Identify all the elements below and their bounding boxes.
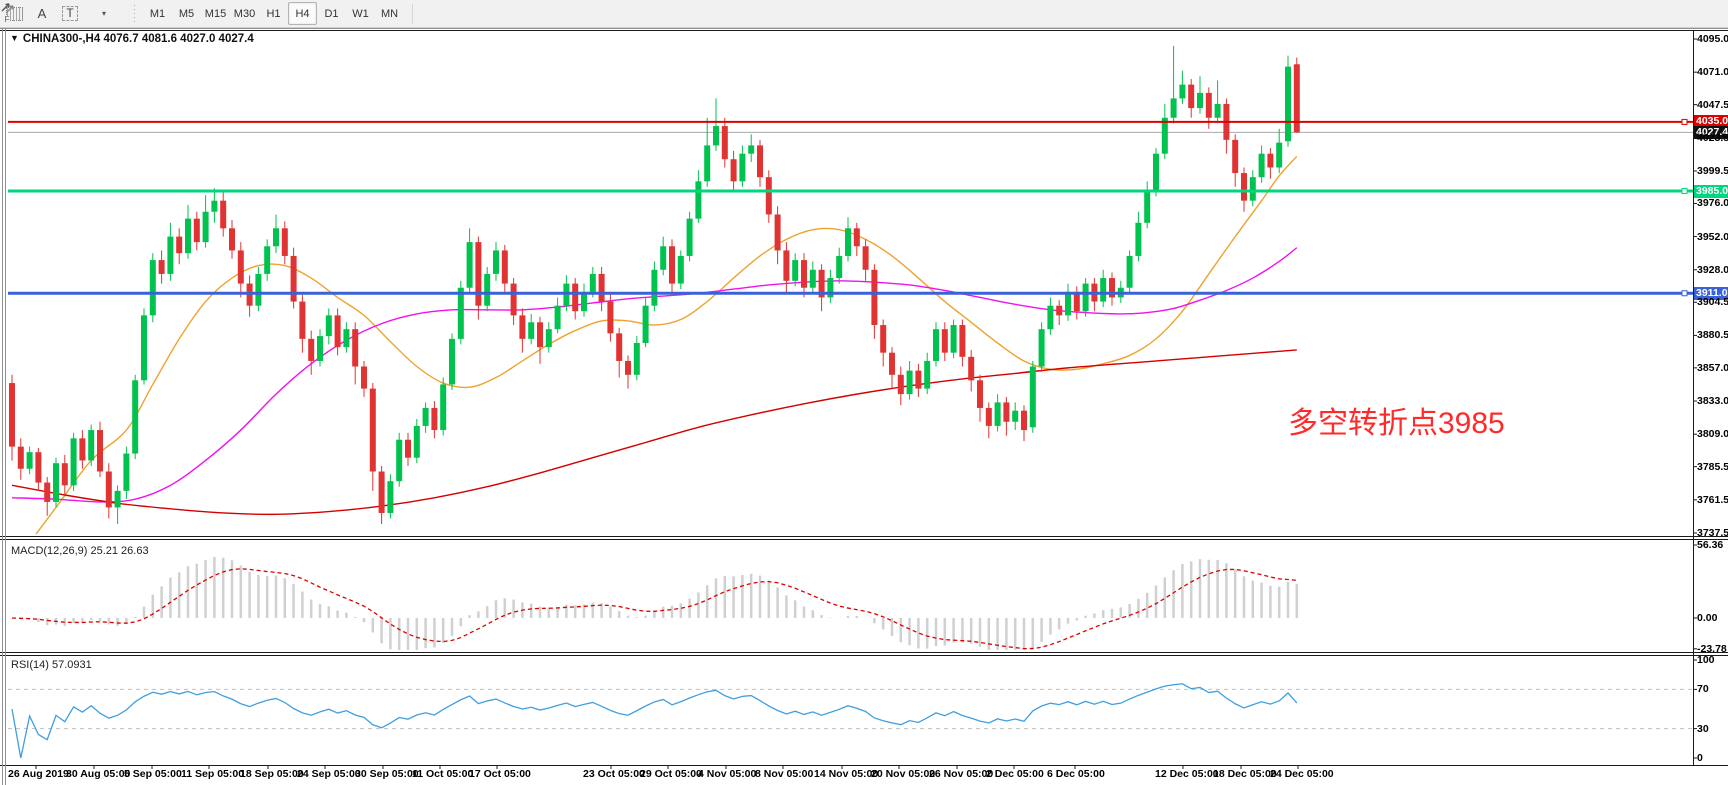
- chart-canvas[interactable]: [0, 0, 1728, 785]
- symbol-title: ▼ CHINA300-,H4 4076.7 4081.6 4027.0 4027.…: [10, 33, 254, 45]
- date-axis-label: 26 Nov 05:00: [929, 768, 993, 780]
- price-line-label: 3985.0: [1694, 185, 1728, 198]
- date-axis-label: 26 Aug 2019: [8, 768, 69, 780]
- date-axis-label: 4 Nov 05:00: [698, 768, 756, 780]
- price-axis-tick: 3785.5: [1697, 461, 1728, 473]
- rsi-axis-tick: 30: [1697, 723, 1709, 735]
- date-axis-label: 2 Dec 05:00: [986, 768, 1044, 780]
- date-axis-label: 24 Sep 05:00: [297, 768, 361, 780]
- symbol-ohlc-text: CHINA300-,H4 4076.7 4081.6 4027.0 4027.4: [23, 33, 254, 45]
- date-axis-label: 24 Dec 05:00: [1270, 768, 1334, 780]
- rsi-axis-tick: 0: [1697, 752, 1703, 764]
- macd-axis-tick: 0.00: [1697, 612, 1717, 624]
- date-axis-label: 14 Nov 05:00: [814, 768, 878, 780]
- date-axis-label: 11 Oct 05:00: [412, 768, 473, 780]
- price-axis-tick: 4071.0: [1697, 66, 1728, 78]
- date-axis-label: 20 Nov 05:00: [871, 768, 935, 780]
- date-axis-label: 17 Oct 05:00: [469, 768, 531, 780]
- date-axis-label: 5 Sep 05:00: [124, 768, 182, 780]
- date-axis-label: 23 Oct 05:00: [583, 768, 645, 780]
- date-axis-label: 18 Sep 05:00: [240, 768, 304, 780]
- date-axis-label: 29 Oct 05:00: [640, 768, 702, 780]
- date-axis-label: 12 Dec 05:00: [1155, 768, 1219, 780]
- price-axis-tick: 4023.5: [1697, 132, 1728, 144]
- price-axis-tick: 3857.0: [1697, 362, 1728, 374]
- price-axis-tick: 3976.0: [1697, 197, 1728, 209]
- price-axis-tick: 3737.5: [1697, 527, 1728, 539]
- price-axis-tick: 3999.5: [1697, 165, 1728, 177]
- rsi-axis-tick: 100: [1697, 654, 1715, 666]
- price-axis-tick: 3928.0: [1697, 264, 1728, 276]
- rsi-indicator-label: RSI(14) 57.0931: [11, 659, 92, 671]
- price-axis-tick: 3809.0: [1697, 428, 1728, 440]
- price-axis-tick: 3880.5: [1697, 329, 1728, 341]
- macd-axis-tick: -23.78: [1697, 643, 1727, 655]
- date-axis-label: 30 Aug 05:00: [66, 768, 130, 780]
- price-axis-tick: 4095.0: [1697, 33, 1728, 45]
- date-axis-label: 6 Dec 05:00: [1047, 768, 1105, 780]
- macd-axis-tick: 56.36: [1697, 539, 1723, 551]
- rsi-axis-tick: 70: [1697, 683, 1709, 695]
- date-axis-label: 30 Sep 05:00: [355, 768, 419, 780]
- price-axis-tick: 4047.5: [1697, 99, 1728, 111]
- symbol-dropdown-icon[interactable]: ▼: [10, 33, 19, 43]
- date-axis-label: 8 Nov 05:00: [755, 768, 813, 780]
- price-axis-tick: 3833.0: [1697, 395, 1728, 407]
- price-axis-tick: 3761.5: [1697, 494, 1728, 506]
- price-axis-tick: 3952.0: [1697, 231, 1728, 243]
- macd-indicator-label: MACD(12,26,9) 25.21 26.63: [11, 545, 149, 557]
- date-axis-label: 11 Sep 05:00: [181, 768, 244, 780]
- chart-annotation-text: 多空转折点3985: [1288, 398, 1505, 442]
- date-axis-label: 18 Dec 05:00: [1213, 768, 1277, 780]
- price-axis-tick: 3904.5: [1697, 296, 1728, 308]
